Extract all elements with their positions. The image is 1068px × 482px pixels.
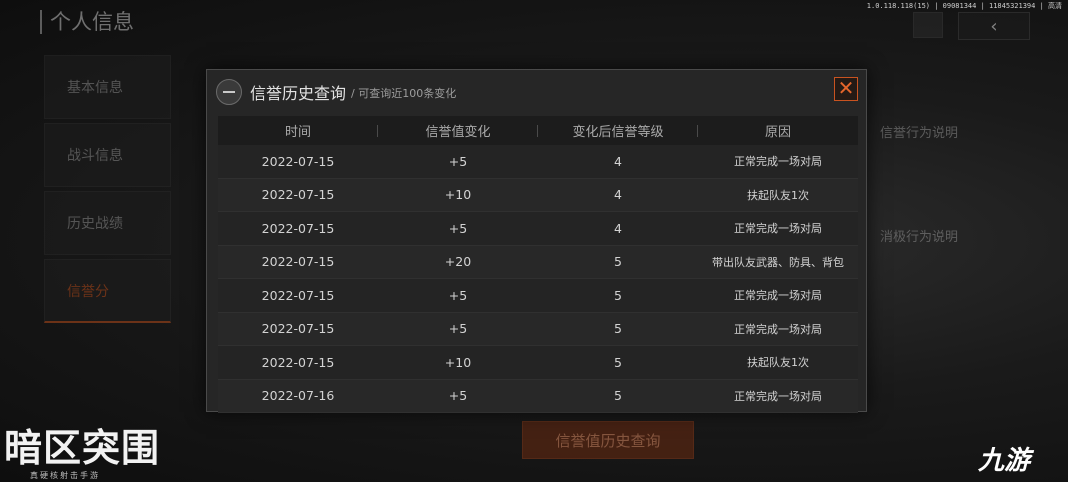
- minus-icon: [216, 79, 242, 105]
- dialog-subtitle: / 可查询近100条变化: [351, 87, 457, 100]
- cell-change: +5: [448, 220, 468, 236]
- back-button[interactable]: ‹: [958, 12, 1030, 40]
- cell-level: 4: [614, 220, 622, 236]
- panel-text-placeholder: [880, 183, 970, 200]
- cell-change: +10: [444, 354, 472, 370]
- cell-change: +5: [448, 287, 468, 303]
- positive-behavior-heading: 信誉行为说明: [880, 126, 959, 141]
- cell-date: 2022-07-15: [261, 354, 335, 370]
- cell-change: +5: [448, 153, 468, 169]
- cell-reason: 正常完成一场对局: [734, 222, 822, 236]
- table-row: 2022-07-15 +10 5 扶起队友1次: [218, 346, 858, 380]
- nav-item-label: 战斗信息: [67, 148, 123, 164]
- version-text: 1.0.118.118(15) | 09081344 | 11845321394…: [866, 2, 1062, 10]
- column-header-reason: 原因: [764, 125, 791, 140]
- close-button[interactable]: ✕: [834, 77, 858, 101]
- cell-date: 2022-07-15: [261, 287, 335, 303]
- table-row: 2022-07-15 +5 4 正常完成一场对局: [218, 145, 858, 179]
- cell-date: 2022-07-15: [261, 321, 335, 337]
- nav-item-credit-score[interactable]: 信誉分: [44, 259, 171, 323]
- cell-date: 2022-07-15: [261, 220, 335, 236]
- table-row: 2022-07-15 +5 5 正常完成一场对局: [218, 312, 858, 346]
- dialog-header: 信誉历史查询 / 可查询近100条变化 ✕: [207, 70, 866, 112]
- cell-level: 4: [614, 187, 622, 203]
- negative-behavior-heading: 消极行为说明: [880, 230, 959, 245]
- cell-reason: 带出队友武器、防具、背包: [712, 255, 844, 269]
- cell-date: 2022-07-15: [261, 153, 335, 169]
- credit-history-dialog: 信誉历史查询 / 可查询近100条变化 ✕ 时间 信誉值变化 变化后信誉等级 原…: [206, 69, 867, 413]
- cell-date: 2022-07-15: [261, 187, 335, 203]
- table-row: 2022-07-15 +10 4 扶起队友1次: [218, 178, 858, 212]
- table-row: 2022-07-16 +5 5 正常完成一场对局: [218, 379, 858, 413]
- table-row: 2022-07-15 +20 5 带出队友武器、防具、背包: [218, 245, 858, 279]
- cell-level: 5: [614, 287, 622, 303]
- cell-reason: 正常完成一场对局: [734, 389, 822, 403]
- nav-item-history[interactable]: 历史战绩: [44, 191, 171, 255]
- cell-reason: 正常完成一场对局: [734, 289, 822, 303]
- nav-item-label: 信誉分: [67, 283, 109, 300]
- chevron-left-icon: ‹: [990, 15, 998, 37]
- cell-level: 5: [614, 321, 622, 337]
- cell-level: 5: [614, 254, 622, 270]
- column-header-time: 时间: [218, 121, 378, 140]
- panel-text-placeholder: [880, 166, 970, 183]
- cell-level: 5: [614, 354, 622, 370]
- column-header-level: 变化后信誉等级: [538, 121, 698, 140]
- share-button[interactable]: [913, 12, 943, 38]
- game-logo-subtitle: 真硬核射击手游: [30, 471, 100, 480]
- credit-history-query-button[interactable]: 信誉值历史查询: [522, 421, 694, 459]
- cell-reason: 正常完成一场对局: [734, 155, 822, 169]
- nav-item-label: 历史战绩: [67, 216, 123, 232]
- dialog-title: 信誉历史查询: [250, 84, 347, 103]
- column-header-change: 信誉值变化: [378, 121, 538, 140]
- cell-change: +10: [444, 187, 472, 203]
- cell-date: 2022-07-16: [261, 388, 335, 404]
- cell-change: +5: [448, 321, 468, 337]
- nav-item-label: 基本信息: [67, 80, 123, 96]
- side-nav: 基本信息 战斗信息 历史战绩 信誉分: [44, 55, 171, 327]
- credit-explanation-panel: 信誉行为说明 消极行为说明: [880, 122, 970, 253]
- table-row: 2022-07-15 +5 4 正常完成一场对局: [218, 212, 858, 246]
- nav-item-combat-info[interactable]: 战斗信息: [44, 123, 171, 187]
- close-icon: ✕: [837, 76, 855, 100]
- cell-level: 4: [614, 153, 622, 169]
- cell-reason: 扶起队友1次: [747, 188, 809, 202]
- page-title: 个人信息: [40, 10, 134, 34]
- watermark-logo: 九游: [978, 446, 1031, 476]
- cell-change: +20: [444, 254, 472, 270]
- cell-level: 5: [614, 388, 622, 404]
- cell-date: 2022-07-15: [261, 254, 335, 270]
- cell-change: +5: [448, 388, 468, 404]
- cell-reason: 正常完成一场对局: [734, 322, 822, 336]
- credit-history-table: 时间 信誉值变化 变化后信誉等级 原因 2022-07-15 +5 4 正常完成…: [218, 116, 858, 413]
- table-header: 时间 信誉值变化 变化后信誉等级 原因: [218, 116, 858, 145]
- nav-item-basic-info[interactable]: 基本信息: [44, 55, 171, 119]
- game-logo: 暗区突围: [4, 426, 161, 470]
- table-body: 2022-07-15 +5 4 正常完成一场对局 2022-07-15 +10 …: [218, 145, 858, 413]
- cell-reason: 扶起队友1次: [747, 356, 809, 370]
- panel-text-placeholder: [880, 149, 970, 166]
- table-row: 2022-07-15 +5 5 正常完成一场对局: [218, 279, 858, 313]
